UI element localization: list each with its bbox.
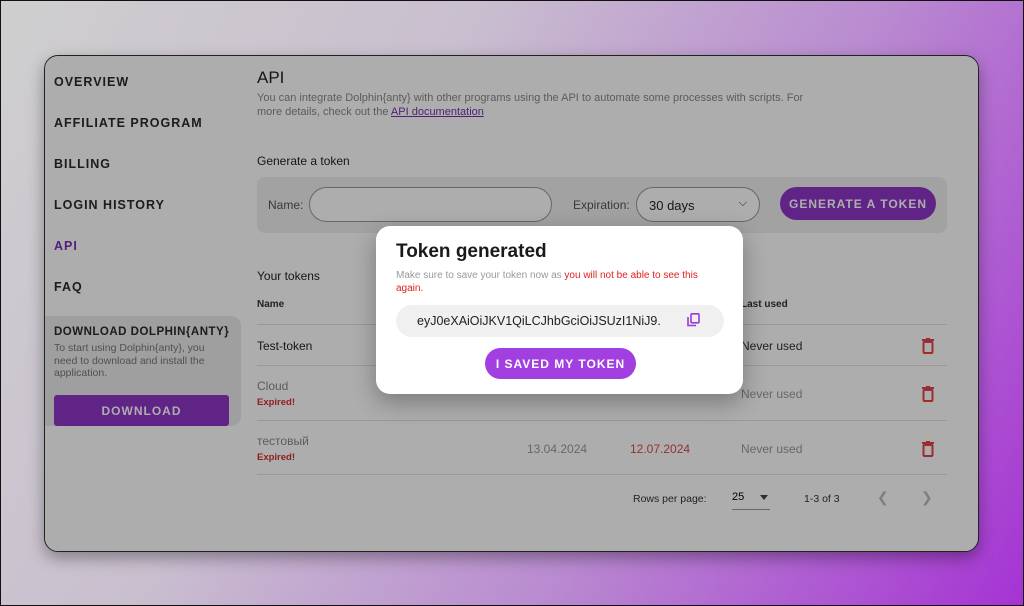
dialog-description: Make sure to save your token now as you …: [396, 269, 726, 295]
dialog-description-text: Make sure to save your token now as: [396, 270, 565, 281]
token-generated-dialog: Token generated Make sure to save your t…: [376, 226, 743, 394]
settings-window: OVERVIEW AFFILIATE PROGRAM BILLING LOGIN…: [44, 55, 979, 552]
token-value: eyJ0eXAiOiJKV1QiLCJhbGciOiJSUzI1NiJ9.: [417, 314, 661, 328]
token-value-field[interactable]: eyJ0eXAiOiJKV1QiLCJhbGciOiJSUzI1NiJ9.: [396, 305, 724, 337]
i-saved-my-token-button[interactable]: I SAVED MY TOKEN: [485, 348, 636, 379]
copy-icon[interactable]: [687, 313, 700, 327]
dialog-title: Token generated: [396, 241, 547, 262]
